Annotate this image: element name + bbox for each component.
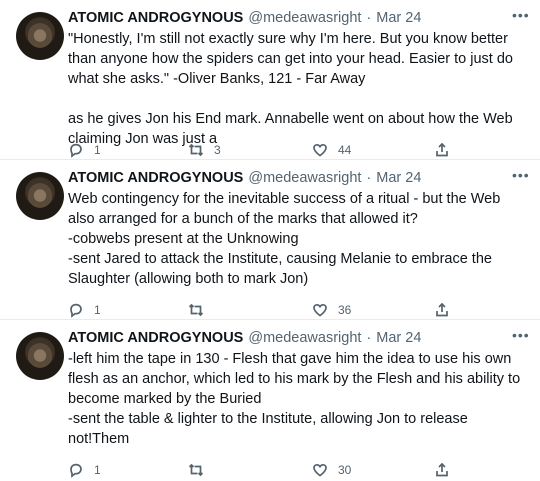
tweet-body: ATOMIC ANDROGYNOUS @medeawasright · Mar … <box>68 169 528 289</box>
action-bar: 1 3 44 <box>68 142 488 158</box>
tweet-date[interactable]: Mar 24 <box>376 9 421 27</box>
retweet-icon <box>188 303 204 317</box>
display-name[interactable]: ATOMIC ANDROGYNOUS <box>68 9 243 27</box>
share-button[interactable] <box>434 462 450 478</box>
handle[interactable]: @medeawasright <box>248 169 361 187</box>
tweet-date[interactable]: Mar 24 <box>376 329 421 347</box>
reply-icon <box>70 143 82 158</box>
like-count: 44 <box>338 143 352 157</box>
retweet-button[interactable] <box>188 302 214 318</box>
tweet[interactable]: ATOMIC ANDROGYNOUS @medeawasright · Mar … <box>0 320 540 480</box>
tweet[interactable]: ATOMIC ANDROGYNOUS @medeawasright · Mar … <box>0 160 540 320</box>
tweet-thread: ATOMIC ANDROGYNOUS @medeawasright · Mar … <box>0 0 540 480</box>
like-button[interactable]: 44 <box>312 142 351 158</box>
tweet-body: ATOMIC ANDROGYNOUS @medeawasright · Mar … <box>68 329 528 449</box>
retweet-button[interactable]: 3 <box>188 142 221 158</box>
avatar[interactable] <box>16 12 64 60</box>
tweet-text: -left him the tape in 130 - Flesh that g… <box>68 351 521 447</box>
like-button[interactable]: 36 <box>312 302 351 318</box>
retweet-icon <box>188 463 204 477</box>
tweet-header: ATOMIC ANDROGYNOUS @medeawasright · Mar … <box>68 169 528 187</box>
handle[interactable]: @medeawasright <box>248 329 361 347</box>
tweet[interactable]: ATOMIC ANDROGYNOUS @medeawasright · Mar … <box>0 0 540 160</box>
retweet-count: 3 <box>214 143 221 157</box>
more-icon[interactable]: ••• <box>512 8 530 24</box>
action-bar: 1 36 <box>68 302 488 318</box>
handle[interactable]: @medeawasright <box>248 9 361 27</box>
reply-button[interactable]: 1 <box>68 302 101 318</box>
avatar[interactable] <box>16 332 64 380</box>
reply-count: 1 <box>94 143 101 157</box>
share-icon <box>436 302 448 317</box>
tweet-text: Web contingency for the inevitable succe… <box>68 191 501 287</box>
reply-count: 1 <box>94 463 101 477</box>
separator-dot: · <box>366 10 372 26</box>
retweet-icon <box>188 143 204 157</box>
more-icon[interactable]: ••• <box>512 168 530 184</box>
like-count: 36 <box>338 303 352 317</box>
tweet-date[interactable]: Mar 24 <box>376 169 421 187</box>
tweet-body: ATOMIC ANDROGYNOUS @medeawasright · Mar … <box>68 9 528 149</box>
tweet-header: ATOMIC ANDROGYNOUS @medeawasright · Mar … <box>68 329 528 347</box>
reply-button[interactable]: 1 <box>68 462 101 478</box>
share-icon <box>436 142 448 157</box>
like-button[interactable]: 30 <box>312 462 351 478</box>
reply-icon <box>70 463 82 478</box>
display-name[interactable]: ATOMIC ANDROGYNOUS <box>68 169 243 187</box>
share-button[interactable] <box>434 302 450 318</box>
share-button[interactable] <box>434 142 450 158</box>
heart-icon <box>313 143 327 157</box>
separator-dot: · <box>366 330 372 346</box>
like-count: 30 <box>338 463 352 477</box>
avatar[interactable] <box>16 172 64 220</box>
reply-icon <box>70 303 82 318</box>
separator-dot: · <box>366 170 372 186</box>
share-icon <box>436 462 448 477</box>
tweet-text: "Honestly, I'm still not exactly sure wh… <box>68 31 513 147</box>
reply-count: 1 <box>94 303 101 317</box>
heart-icon <box>313 303 327 317</box>
display-name[interactable]: ATOMIC ANDROGYNOUS <box>68 329 243 347</box>
tweet-header: ATOMIC ANDROGYNOUS @medeawasright · Mar … <box>68 9 528 27</box>
heart-icon <box>313 463 327 477</box>
reply-button[interactable]: 1 <box>68 142 101 158</box>
action-bar: 1 30 <box>68 462 488 478</box>
more-icon[interactable]: ••• <box>512 328 530 344</box>
retweet-button[interactable] <box>188 462 214 478</box>
